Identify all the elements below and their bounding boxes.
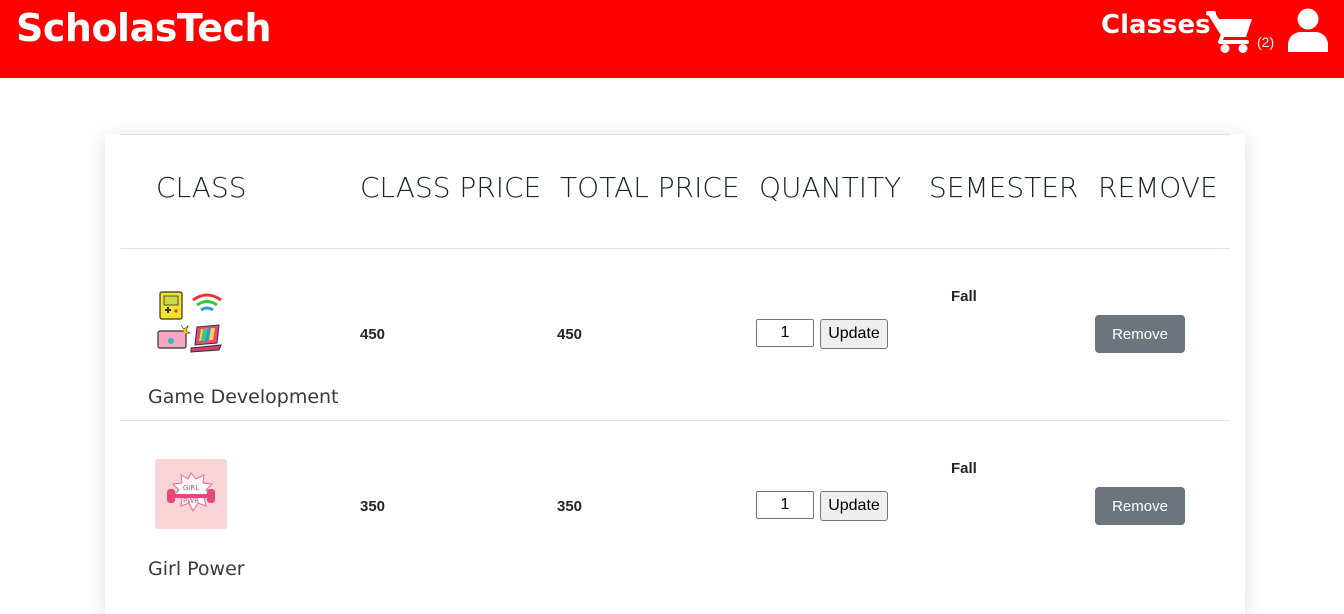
total-price: 350 — [557, 498, 583, 515]
update-button[interactable]: Update — [820, 491, 888, 521]
top-navbar: ScholasTech Classes (2) — [0, 0, 1344, 78]
class-name: Girl Power — [148, 558, 245, 580]
class-price: 350 — [360, 498, 386, 515]
quantity-input[interactable] — [756, 491, 814, 519]
header-total-price: TOTAL PRICE — [560, 171, 740, 204]
class-thumbnail[interactable] — [155, 287, 227, 357]
shopping-cart-icon[interactable] — [1206, 10, 1254, 54]
header-semester: SEMESTER — [929, 171, 1079, 204]
svg-text:PWR: PWR — [183, 497, 199, 505]
remove-button[interactable]: Remove — [1095, 487, 1185, 525]
table-top-border — [120, 134, 1230, 135]
table-row: GIRL PWR Girl Power 350 350 Update Fall … — [105, 421, 1245, 593]
table-row: Game Development 450 450 Update Fall Rem… — [105, 249, 1245, 421]
header-class-price: CLASS PRICE — [360, 171, 542, 204]
cart-count-badge: (2) — [1257, 34, 1275, 50]
class-thumbnail[interactable]: GIRL PWR — [155, 459, 227, 529]
header-remove: REMOVE — [1098, 171, 1218, 204]
quantity-input[interactable] — [756, 319, 814, 347]
update-button[interactable]: Update — [820, 319, 888, 349]
nav-classes-link[interactable]: Classes — [1101, 8, 1211, 42]
cart-table-card: CLASS CLASS PRICE TOTAL PRICE QUANTITY S… — [105, 134, 1245, 614]
semester-value: Fall — [951, 288, 977, 305]
remove-button[interactable]: Remove — [1095, 315, 1185, 353]
user-icon[interactable] — [1288, 8, 1328, 52]
header-class: CLASS — [156, 171, 247, 204]
brand-logo[interactable]: ScholasTech — [16, 6, 272, 50]
class-price: 450 — [360, 326, 386, 343]
class-name: Game Development — [148, 386, 339, 408]
header-quantity: QUANTITY — [759, 171, 902, 204]
semester-value: Fall — [951, 460, 977, 477]
svg-text:GIRL: GIRL — [183, 484, 199, 492]
total-price: 450 — [557, 326, 583, 343]
